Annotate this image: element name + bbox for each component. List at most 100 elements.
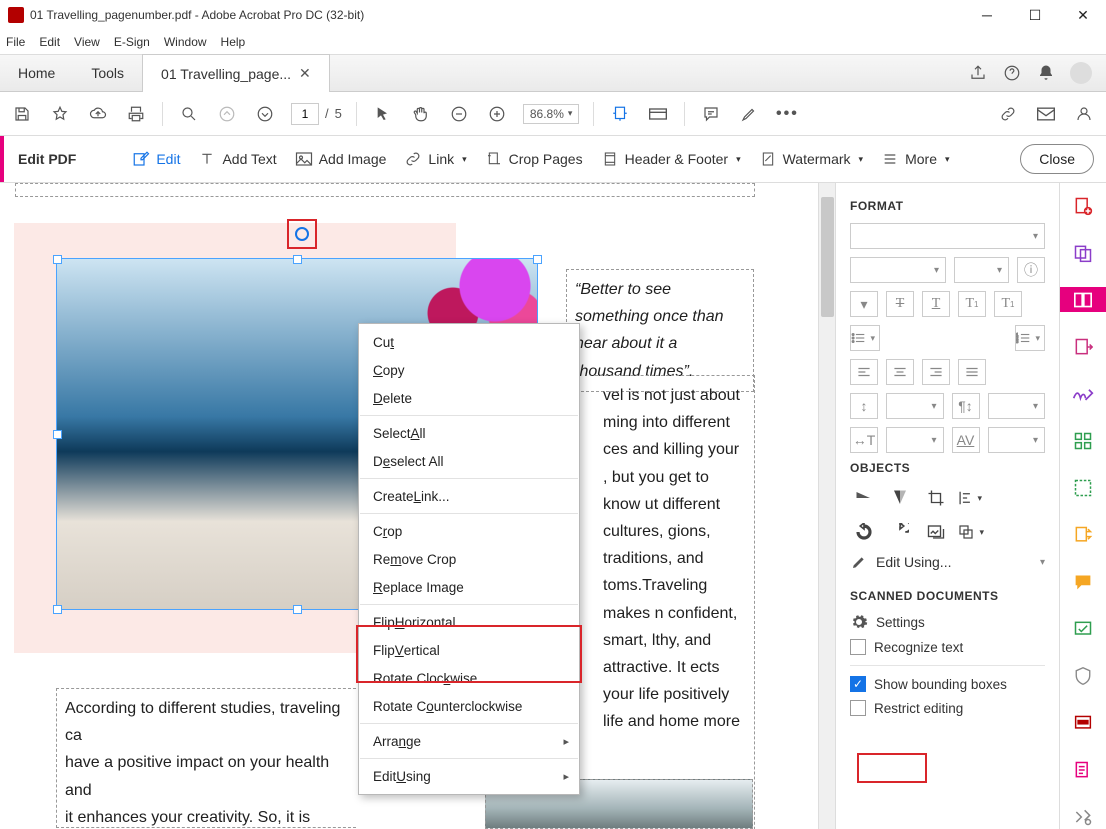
show-boxes-row[interactable]: ✓ Show bounding boxes — [850, 676, 1045, 692]
rail-more-tools-icon[interactable] — [1060, 804, 1106, 829]
line-spacing-dd[interactable] — [886, 393, 944, 419]
share-icon[interactable] — [968, 63, 988, 83]
menu-file[interactable]: File — [6, 35, 25, 49]
edit-using-dd[interactable]: Edit Using... — [876, 554, 1032, 570]
align-justify-btn[interactable] — [958, 359, 986, 385]
watermark-tool[interactable]: Watermark▾ — [759, 150, 863, 168]
font-style-dd[interactable] — [850, 257, 946, 283]
minimize-button[interactable]: ─ — [972, 0, 1002, 30]
ctx-delete[interactable]: Delete — [359, 384, 579, 412]
zoom-dropdown[interactable]: 86.8%▾ — [523, 104, 580, 124]
close-editbar-button[interactable]: Close — [1020, 144, 1094, 174]
document-canvas[interactable]: “Better to see something once than hear … — [0, 183, 835, 829]
rail-scan-icon[interactable] — [1060, 475, 1106, 500]
crop-pages-tool[interactable]: Crop Pages — [485, 150, 583, 168]
email-icon[interactable] — [1034, 102, 1058, 126]
arrow-tool-icon[interactable] — [371, 102, 395, 126]
handle-sw[interactable] — [53, 605, 62, 614]
tab-close-icon[interactable]: ✕ — [299, 65, 311, 82]
hand-tool-icon[interactable] — [409, 102, 433, 126]
menu-view[interactable]: View — [74, 35, 100, 49]
ctx-edit-using[interactable]: Edit Using — [359, 762, 579, 790]
maximize-button[interactable]: ☐ — [1020, 0, 1050, 30]
highlight-icon[interactable] — [737, 102, 761, 126]
subscript-btn[interactable]: T1 — [994, 291, 1022, 317]
ctx-cut[interactable]: Cut — [359, 328, 579, 356]
more-tool[interactable]: More▾ — [881, 150, 949, 168]
zoom-out-icon[interactable] — [447, 102, 471, 126]
comment-icon[interactable] — [699, 102, 723, 126]
ctx-rotate-cw[interactable]: Rotate Clockwise — [359, 664, 579, 692]
rail-export-icon[interactable] — [1060, 334, 1106, 359]
horizontal-scale-btn[interactable]: ↔T — [850, 427, 878, 453]
ctx-arrange[interactable]: Arrange — [359, 727, 579, 755]
rail-sign-icon[interactable] — [1060, 381, 1106, 406]
restrict-editing-row[interactable]: Restrict editing — [850, 700, 1045, 716]
paragraph-right-frame[interactable]: vel is not just about ming into differen… — [595, 375, 755, 829]
flip-h-btn[interactable] — [886, 485, 914, 511]
link-tool[interactable]: Link▾ — [404, 150, 466, 168]
rail-compare-icon[interactable] — [1060, 522, 1106, 547]
cloud-upload-icon[interactable] — [86, 102, 110, 126]
rail-combine-icon[interactable] — [1060, 240, 1106, 265]
restrict-checkbox[interactable] — [850, 700, 866, 716]
header-footer-tool[interactable]: Header & Footer▾ — [601, 150, 741, 168]
ctx-flip-vertical[interactable]: Flip Vertical — [359, 636, 579, 664]
more-tools-icon[interactable]: ••• — [775, 102, 799, 126]
handle-nw[interactable] — [53, 255, 62, 264]
align-objects-btn[interactable] — [958, 485, 986, 511]
line-spacing-btn[interactable]: ↕ — [850, 393, 878, 419]
align-center-btn[interactable] — [886, 359, 914, 385]
rail-edit-pdf-icon[interactable] — [1060, 287, 1106, 312]
user-avatar[interactable] — [1070, 62, 1092, 84]
horizontal-scale-dd[interactable] — [886, 427, 944, 453]
ctx-rotate-ccw[interactable]: Rotate Counterclockwise — [359, 692, 579, 720]
show-boxes-checkbox[interactable]: ✓ — [850, 676, 866, 692]
tab-home[interactable]: Home — [0, 54, 73, 92]
menu-edit[interactable]: Edit — [39, 35, 60, 49]
info-button[interactable]: ⓘ — [1017, 257, 1045, 283]
page-display-icon[interactable] — [646, 102, 670, 126]
para-spacing-dd[interactable] — [988, 393, 1046, 419]
color-fill-btn[interactable]: ▾ — [850, 291, 878, 317]
char-spacing-btn[interactable]: AV — [952, 427, 980, 453]
save-icon[interactable] — [10, 102, 34, 126]
font-size-dd[interactable] — [954, 257, 1009, 283]
menu-help[interactable]: Help — [221, 35, 246, 49]
help-icon[interactable] — [1002, 63, 1022, 83]
find-icon[interactable] — [177, 102, 201, 126]
handle-n[interactable] — [293, 255, 302, 264]
print-icon[interactable] — [124, 102, 148, 126]
rail-optimize-icon[interactable] — [1060, 616, 1106, 641]
close-window-button[interactable]: ✕ — [1068, 0, 1098, 30]
ctx-flip-horizontal[interactable]: Flip Horizontal — [359, 608, 579, 636]
handle-ne[interactable] — [533, 255, 542, 264]
add-image-tool[interactable]: Add Image — [295, 150, 387, 168]
rail-comment-icon[interactable] — [1060, 569, 1106, 594]
page-up-icon[interactable] — [215, 102, 239, 126]
rotate-cw-btn[interactable] — [886, 519, 914, 545]
rail-forms-icon[interactable] — [1060, 757, 1106, 782]
superscript-btn[interactable]: T1 — [958, 291, 986, 317]
vertical-scrollbar[interactable] — [818, 183, 835, 829]
rail-redact-icon[interactable] — [1060, 710, 1106, 735]
align-left-btn[interactable] — [850, 359, 878, 385]
page-current-input[interactable] — [291, 103, 319, 125]
rail-create-pdf-icon[interactable] — [1060, 193, 1106, 218]
underline-btn[interactable]: T — [886, 291, 914, 317]
ctx-deselect-all[interactable]: Deselect All — [359, 447, 579, 475]
align-right-btn[interactable] — [922, 359, 950, 385]
edit-tool[interactable]: Edit — [132, 150, 180, 168]
quote-text-frame[interactable]: “Better to see something once than hear … — [566, 269, 754, 392]
recognize-text-row[interactable]: Recognize text — [850, 639, 1045, 655]
ctx-replace-image[interactable]: Replace Image — [359, 573, 579, 601]
ctx-select-all[interactable]: Select All — [359, 419, 579, 447]
scrollbar-thumb[interactable] — [821, 197, 834, 317]
obj-crop-btn[interactable] — [922, 485, 950, 511]
bullet-list-btn[interactable] — [850, 325, 880, 351]
zoom-in-icon[interactable] — [485, 102, 509, 126]
arrange-btn[interactable] — [958, 519, 988, 545]
settings-row[interactable]: Settings — [850, 613, 1045, 631]
ctx-remove-crop[interactable]: Remove Crop — [359, 545, 579, 573]
flip-v-btn[interactable] — [850, 485, 878, 511]
